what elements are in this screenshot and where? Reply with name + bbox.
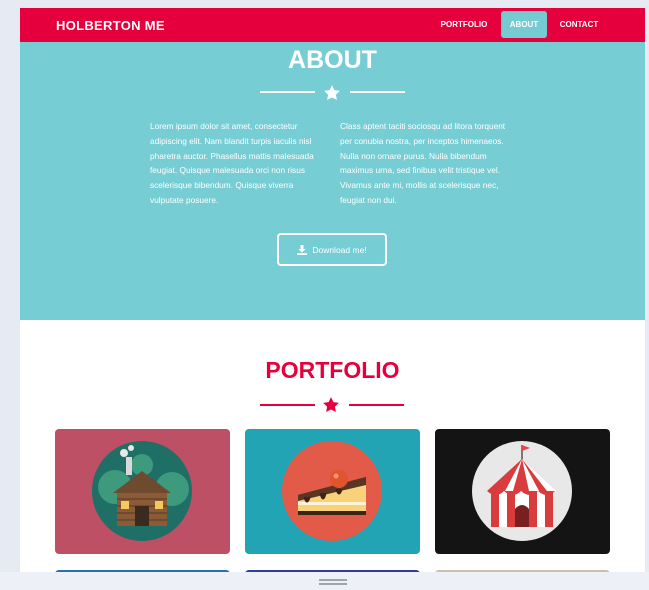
about-title: ABOUT <box>288 46 377 74</box>
nav-link-contact[interactable]: CONTACT <box>553 11 605 38</box>
circus-tent-icon <box>472 441 572 541</box>
nav-link-portfolio[interactable]: PORTFOLIO <box>434 11 494 38</box>
drag-handle-line <box>319 583 347 585</box>
page: HOLBERTON ME PORTFOLIO ABOUT CONTACT ABO… <box>20 8 645 590</box>
portfolio-divider-left <box>260 404 315 406</box>
nav-link-about[interactable]: ABOUT <box>501 11 547 38</box>
portfolio-item-cake[interactable] <box>245 429 420 554</box>
download-button[interactable]: Download me! <box>277 233 387 266</box>
about-text-left: Lorem ipsum dolor sit amet, consectetur … <box>150 121 314 205</box>
star-icon <box>323 397 339 413</box>
bottom-drag-bar[interactable] <box>0 572 649 590</box>
about-divider-right <box>350 91 405 93</box>
drag-handle-line <box>319 579 347 581</box>
brand-logo[interactable]: HOLBERTON ME <box>56 18 165 33</box>
star-icon <box>324 85 340 101</box>
cake-icon <box>282 441 382 541</box>
cabin-icon <box>92 441 192 541</box>
about-divider-left <box>260 91 315 93</box>
about-section: ABOUT Lorem ipsum dolor sit amet, consec… <box>20 42 645 320</box>
download-icon <box>297 244 308 255</box>
navbar: HOLBERTON ME PORTFOLIO ABOUT CONTACT <box>20 8 645 42</box>
portfolio-item-cabin[interactable] <box>55 429 230 554</box>
portfolio-title: PORTFOLIO <box>265 357 400 383</box>
portfolio-item-circus[interactable] <box>435 429 610 554</box>
download-button-label: Download me! <box>312 244 367 255</box>
portfolio-divider-right <box>349 404 404 406</box>
about-text-right: Class aptent taciti sociosqu ad litora t… <box>340 121 506 205</box>
